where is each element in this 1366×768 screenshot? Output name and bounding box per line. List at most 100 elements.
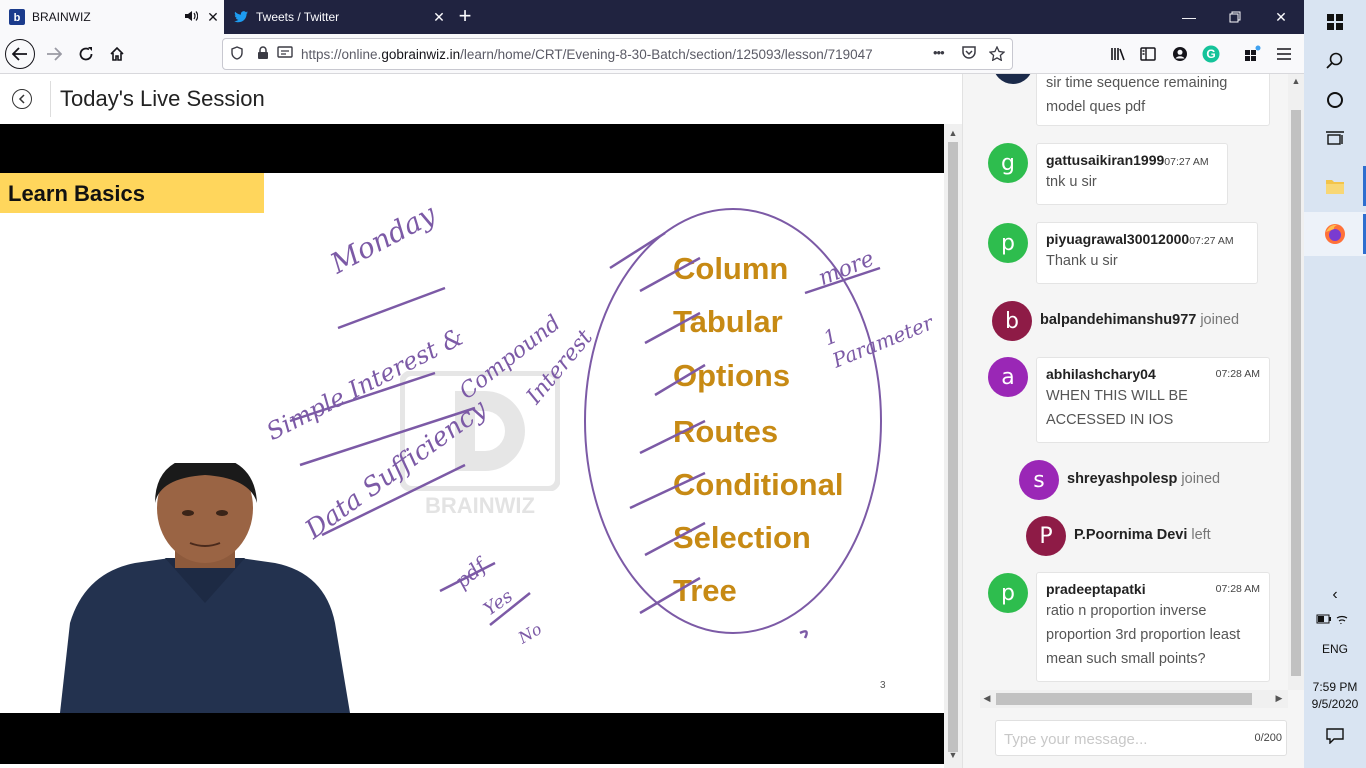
chat-message: piyuagrawal3001200007:27 AM Thank u sir xyxy=(1036,222,1258,284)
new-tab-icon[interactable]: + xyxy=(452,4,478,30)
restore-icon[interactable] xyxy=(1212,0,1258,34)
slide: Learn Basics BRAINWIZ Column Tabular Opt… xyxy=(0,173,944,713)
clock-time[interactable]: 7:59 PM xyxy=(1304,680,1366,694)
scroll-left-icon[interactable]: ◀ xyxy=(980,693,994,704)
message-time: 07:28 AM xyxy=(1215,583,1260,595)
avatar: P xyxy=(1026,516,1066,556)
svg-text:G: G xyxy=(1206,47,1215,61)
message-username: pradeeptapatki xyxy=(1046,581,1146,597)
message-time: 07:28 AM xyxy=(1215,368,1260,380)
avatar: p xyxy=(988,573,1028,613)
chat-horizontal-scrollbar[interactable]: ◀ ▶ xyxy=(980,690,1288,708)
permissions-icon[interactable] xyxy=(277,46,293,63)
sidebar-icon[interactable] xyxy=(1132,38,1164,70)
page-scrollbar[interactable]: ▲ ▼ xyxy=(944,124,962,768)
home-icon[interactable] xyxy=(101,38,133,70)
live-video-player[interactable]: Learn Basics BRAINWIZ Column Tabular Opt… xyxy=(0,124,944,764)
back-circle-icon[interactable] xyxy=(12,89,32,109)
join-username: shreyashpolesp xyxy=(1067,471,1178,487)
search-icon[interactable] xyxy=(1304,39,1366,83)
reload-icon[interactable] xyxy=(70,38,102,70)
join-username: balpandehimanshu977 xyxy=(1040,312,1197,328)
firefox-icon[interactable] xyxy=(1304,212,1366,256)
join-username: P.Poornima Devi xyxy=(1074,527,1188,543)
extensions-icon[interactable] xyxy=(1237,38,1269,70)
windows-start-icon[interactable] xyxy=(1304,0,1366,44)
bookmark-star-icon[interactable] xyxy=(988,45,1006,64)
scroll-right-icon[interactable]: ▶ xyxy=(1272,693,1286,704)
forward-arrow-icon[interactable] xyxy=(38,38,70,70)
shield-icon[interactable] xyxy=(231,46,243,63)
scrollbar-thumb[interactable] xyxy=(1291,110,1301,676)
chat-message: abhilashchary04 07:28 AM WHEN THIS WILL B… xyxy=(1036,357,1270,443)
twitter-icon xyxy=(233,9,249,25)
battery-and-wifi-icons[interactable] xyxy=(1304,612,1366,629)
menu-icon[interactable] xyxy=(1268,38,1300,70)
message-text: ratio n proportion inverse proportion 3r… xyxy=(1046,603,1241,667)
scroll-up-icon[interactable]: ▲ xyxy=(944,128,962,138)
avatar: p xyxy=(988,223,1028,263)
account-icon[interactable] xyxy=(1164,38,1196,70)
close-window-icon[interactable]: ✕ xyxy=(1258,0,1304,34)
message-input[interactable] xyxy=(1004,728,1234,750)
close-tab-icon[interactable]: ✕ xyxy=(202,9,224,26)
scroll-up-icon[interactable]: ▲ xyxy=(1288,76,1304,86)
cortana-icon[interactable] xyxy=(1304,78,1366,122)
url-text: https://online.gobrainwiz.in/learn/home/… xyxy=(301,47,873,62)
back-arrow-icon[interactable] xyxy=(5,39,35,69)
message-text: tnk u sir xyxy=(1046,174,1097,190)
pocket-icon[interactable] xyxy=(961,46,977,63)
scrollbar-thumb[interactable] xyxy=(996,693,1252,705)
chat-scrollbar[interactable]: ▲ xyxy=(1288,74,1304,690)
speaker-icon[interactable] xyxy=(184,10,202,25)
clock-date[interactable]: 9/5/2020 xyxy=(1304,697,1366,711)
join-status: joined xyxy=(1181,471,1221,487)
presenter-image xyxy=(60,463,350,713)
message-text: Thank u sir xyxy=(1046,253,1118,269)
tab-brainwiz[interactable]: b BRAINWIZ ✕ xyxy=(0,0,224,34)
scrollbar-thumb[interactable] xyxy=(948,142,958,752)
scroll-down-icon[interactable]: ▼ xyxy=(944,750,962,760)
page-header: Today's Live Session xyxy=(0,75,962,124)
join-notice: P.Poornima Devi left xyxy=(1074,527,1211,543)
avatar xyxy=(993,74,1033,84)
slide-page-number: 3 xyxy=(880,680,886,691)
minimize-icon[interactable]: — xyxy=(1166,0,1212,34)
page-actions-icon[interactable]: ••• xyxy=(933,45,945,60)
message-username: gattusaikiran1999 xyxy=(1046,152,1165,168)
character-counter: 0/200 xyxy=(1254,732,1282,744)
chat-panel: sir time sequence remaining model ques p… xyxy=(962,74,1304,768)
chat-message: sir time sequence remaining model ques p… xyxy=(1036,74,1270,126)
message-time: 07:27 AM xyxy=(1164,156,1209,168)
address-bar[interactable]: https://online.gobrainwiz.in/learn/home/… xyxy=(222,38,1013,70)
chat-message: pradeeptapatki 07:28 AM ratio n proportio… xyxy=(1036,572,1270,682)
action-center-icon[interactable] xyxy=(1304,728,1366,747)
show-hidden-icons-chevron-icon[interactable]: ‹ xyxy=(1304,586,1366,604)
file-explorer-icon[interactable] xyxy=(1304,164,1366,208)
header-divider xyxy=(50,81,51,117)
avatar: g xyxy=(988,143,1028,183)
avatar: b xyxy=(992,301,1032,341)
avatar: a xyxy=(988,357,1028,397)
task-view-icon[interactable] xyxy=(1304,117,1366,161)
message-text: WHEN THIS WILL BE ACCESSED IN IOS xyxy=(1046,388,1188,428)
svg-text:b: b xyxy=(14,12,21,24)
message-time: 07:27 AM xyxy=(1189,235,1234,247)
lock-icon[interactable] xyxy=(257,46,269,63)
join-notice: balpandehimanshu977 joined xyxy=(1040,312,1239,328)
grammarly-icon[interactable]: G xyxy=(1195,38,1227,70)
navigation-bar: https://online.gobrainwiz.in/learn/home/… xyxy=(0,34,1304,74)
message-username: piyuagrawal30012000 xyxy=(1046,231,1190,247)
join-status: joined xyxy=(1200,312,1240,328)
windows-taskbar: ‹ ENG 7:59 PM 9/5/2020 xyxy=(1304,0,1366,768)
tab-strip: b BRAINWIZ ✕ Tweets / Twitter ✕ + — ✕ xyxy=(0,0,1304,34)
close-tab-icon[interactable]: ✕ xyxy=(428,9,450,26)
page-title: Today's Live Session xyxy=(60,86,265,111)
language-indicator[interactable]: ENG xyxy=(1304,642,1366,656)
tab-title: BRAINWIZ xyxy=(32,10,91,24)
message-username: abhilashchary04 xyxy=(1046,366,1156,382)
message-text: sir time sequence remaining model ques p… xyxy=(1046,75,1228,115)
brainwiz-icon: b xyxy=(9,9,25,25)
library-icon[interactable] xyxy=(1102,38,1134,70)
tab-twitter[interactable]: Tweets / Twitter ✕ xyxy=(224,0,450,34)
